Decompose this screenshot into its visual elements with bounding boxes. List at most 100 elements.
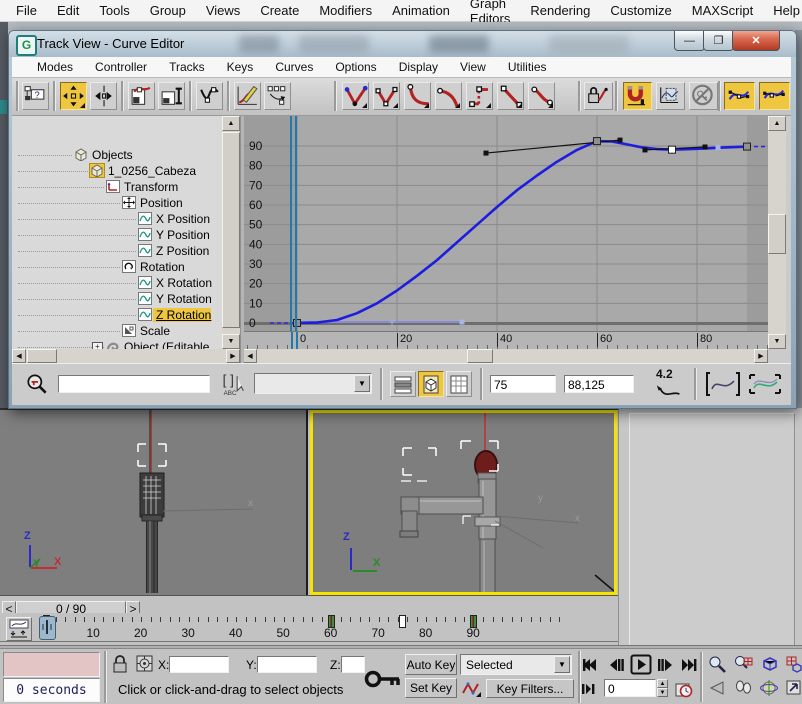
tree-row-y-rotation[interactable]: Y Rotation — [12, 291, 222, 307]
tree-label[interactable]: Y Rotation — [153, 292, 212, 306]
viewport-active[interactable]: yxZX — [310, 410, 617, 595]
tv-menu-controller[interactable]: Controller — [84, 60, 158, 74]
reduce-keys-button[interactable] — [264, 82, 291, 110]
tangent-step-button[interactable] — [466, 82, 493, 110]
tangent-auto-button[interactable] — [342, 82, 369, 110]
show-all-tangents-button[interactable] — [759, 82, 790, 110]
absolute-offset-mode-icon[interactable] — [136, 655, 153, 672]
selection-set-dropdown[interactable]: Selected ▼ — [460, 654, 572, 675]
track-view-window[interactable]: G Track View - Curve Editor — ❐ ✕ ModesC… — [8, 30, 797, 409]
pan-button[interactable] — [733, 678, 753, 698]
dropdown-arrow-icon[interactable]: ▼ — [554, 656, 570, 673]
track-name-field[interactable] — [58, 375, 210, 393]
tv-menu-keys[interactable]: Keys — [216, 60, 265, 74]
tree-label[interactable]: X Position — [153, 212, 210, 226]
scroll-thumb[interactable] — [222, 132, 240, 328]
draw-precision-icon[interactable]: 4.2 — [648, 367, 690, 401]
close-button[interactable]: ✕ — [732, 31, 780, 51]
tree-row-objects[interactable]: Objects — [12, 147, 222, 163]
next-frame-button[interactable] — [656, 656, 674, 674]
tree-label[interactable]: Objects — [89, 148, 133, 162]
tree-row-rotation[interactable]: Rotation — [12, 259, 222, 275]
menu-customize[interactable]: Customize — [600, 3, 681, 18]
scroll-right-button[interactable]: ▶ — [226, 349, 240, 363]
play-button[interactable] — [630, 654, 652, 675]
tree-row-position[interactable]: Position — [12, 195, 222, 211]
arc-rotate-button[interactable] — [759, 678, 779, 698]
curve-graph[interactable]: 9080706050403020100 — [243, 116, 768, 331]
prev-frame-button[interactable] — [606, 656, 624, 674]
tangent-smooth-button[interactable] — [528, 82, 555, 110]
key-value-field[interactable]: 88,125 — [564, 375, 634, 393]
key-mode-button[interactable] — [580, 680, 598, 698]
scroll-up-button[interactable]: ▲ — [768, 116, 786, 131]
tree-label[interactable]: X Rotation — [153, 276, 212, 290]
slide-keys-button[interactable] — [90, 82, 117, 110]
scale-keys-button[interactable] — [128, 82, 155, 110]
menu-help[interactable]: Help — [763, 3, 802, 18]
tree-label[interactable]: Transform — [121, 180, 178, 194]
scroll-right-button[interactable]: ▶ — [754, 349, 768, 363]
tree-row-scale[interactable]: Scale — [12, 323, 222, 339]
set-key-icon[interactable] — [364, 651, 402, 699]
field-of-view-button[interactable] — [707, 678, 727, 698]
curve-out-of-range-button[interactable] — [656, 82, 685, 110]
filter-button[interactable]: ? — [22, 82, 49, 110]
track-tree[interactable]: Objects 1_0256_Cabeza TransformPositionX P… — [12, 116, 241, 363]
tree-row-z-position[interactable]: Z Position — [12, 243, 222, 259]
go-end-button[interactable] — [680, 656, 698, 674]
listener-time-field[interactable]: 0 seconds — [3, 678, 100, 702]
zoom-extents-button[interactable] — [759, 654, 779, 674]
min-max-toggle-button[interactable] — [784, 678, 802, 698]
tree-label[interactable]: Rotation — [137, 260, 185, 274]
draw-curves-button[interactable] — [234, 82, 261, 110]
show-track-list-button[interactable] — [390, 371, 416, 397]
time-config-button[interactable] — [674, 680, 693, 698]
show-tangents-button[interactable] — [724, 82, 755, 110]
tv-menu-options[interactable]: Options — [324, 60, 387, 74]
maximize-button[interactable]: ❐ — [703, 31, 734, 51]
set-key-button[interactable]: Set Key — [405, 678, 457, 698]
go-start-button[interactable] — [580, 656, 598, 674]
tree-label[interactable]: Z Position — [153, 244, 209, 258]
mini-curve-editor-button[interactable] — [6, 617, 32, 641]
zoom-horizontal-extents-icon[interactable] — [704, 369, 742, 399]
key-time-field[interactable]: 75 — [490, 375, 556, 393]
track-bar[interactable]: 102030405060708090 — [0, 613, 618, 645]
show-selected-stats-button[interactable] — [418, 371, 444, 397]
menu-rendering[interactable]: Rendering — [520, 3, 600, 18]
scroll-thumb[interactable] — [27, 349, 57, 363]
zoom-extents-all-button[interactable] — [784, 654, 802, 674]
window-title-bar[interactable]: G Track View - Curve Editor — ❐ ✕ — [9, 31, 796, 57]
pane-splitter[interactable] — [240, 116, 244, 363]
edit-track-set-icon[interactable]: [ ]ABC — [218, 370, 248, 397]
menu-create[interactable]: Create — [250, 3, 309, 18]
trackbar-key-90[interactable] — [470, 615, 477, 628]
key-stats-tool-icon[interactable] — [24, 371, 50, 397]
scroll-left-button[interactable]: ◀ — [12, 349, 26, 363]
tree-row-x-position[interactable]: X Position — [12, 211, 222, 227]
y-coord-field[interactable] — [257, 656, 317, 673]
frame-spinner[interactable]: ▲▼ — [657, 679, 668, 697]
time-indicator[interactable] — [291, 332, 293, 349]
trackbar-key-60[interactable] — [328, 615, 335, 628]
z-coord-field[interactable] — [341, 656, 365, 673]
selection-lock-icon[interactable] — [112, 654, 128, 674]
menu-views[interactable]: Views — [196, 3, 250, 18]
scale-values-button[interactable] — [158, 82, 185, 110]
scroll-up-button[interactable]: ▲ — [222, 116, 240, 131]
maxscript-mini-listener[interactable] — [3, 652, 100, 677]
graph-horizontal-scrollbar[interactable]: ◀▶ — [243, 349, 768, 363]
tree-vertical-scrollbar[interactable]: ▲▼ — [222, 116, 240, 349]
key-filters-button[interactable]: Key Filters... — [486, 679, 574, 698]
menu-maxscript[interactable]: MAXScript — [682, 3, 763, 18]
tree-label[interactable]: Scale — [137, 324, 170, 338]
menu-file[interactable]: File — [6, 3, 47, 18]
tree-label[interactable]: 1_0256_Cabeza — [105, 164, 196, 178]
tree-row-x-rotation[interactable]: X Rotation — [12, 275, 222, 291]
time-indicator[interactable] — [296, 332, 298, 349]
tv-menu-modes[interactable]: Modes — [26, 60, 84, 74]
current-frame-field[interactable]: 0 — [604, 679, 656, 697]
tv-menu-utilities[interactable]: Utilities — [497, 60, 558, 74]
add-keys-button[interactable] — [196, 82, 223, 110]
